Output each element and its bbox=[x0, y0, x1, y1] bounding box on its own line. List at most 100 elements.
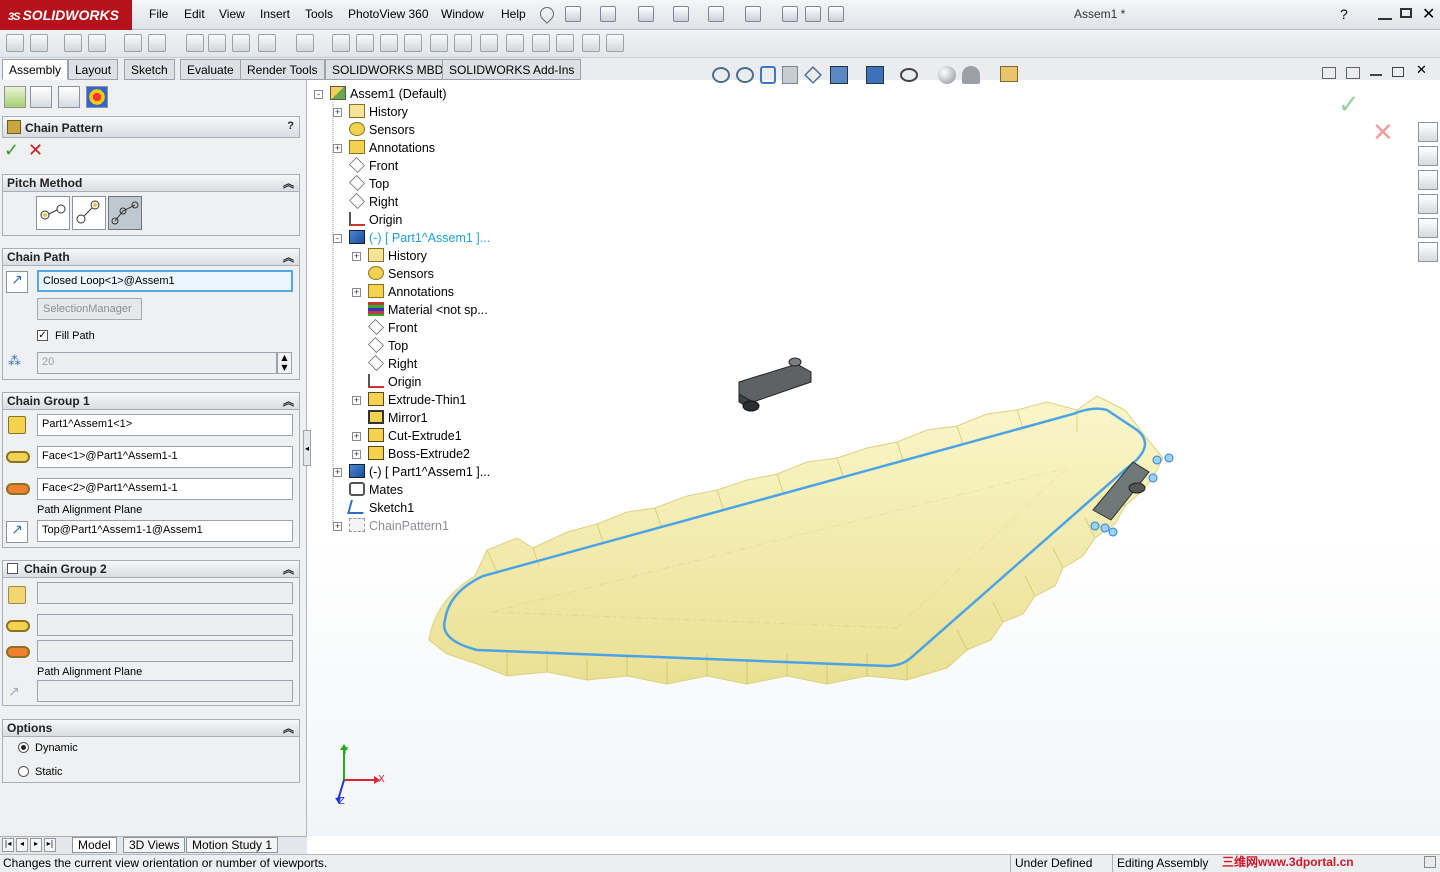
cancel-button[interactable]: ✕ bbox=[28, 140, 43, 161]
panel-collapse-handle[interactable]: ◂ bbox=[303, 430, 311, 466]
tree-item[interactable]: + Annotations bbox=[352, 284, 454, 302]
status-bar-toggle-icon[interactable] bbox=[1424, 856, 1436, 868]
viewport-single-icon[interactable] bbox=[1322, 67, 1336, 79]
tree-item[interactable]: Material <not sp... bbox=[368, 302, 488, 320]
tree-expander[interactable]: + bbox=[352, 432, 361, 441]
chain-path-header[interactable]: Chain Path ︽ bbox=[2, 248, 300, 266]
distance-linkage-icon[interactable] bbox=[36, 196, 70, 230]
chain-pattern-links[interactable] bbox=[428, 395, 1164, 685]
tree-item[interactable]: Origin bbox=[368, 374, 421, 392]
show-hidden-icon[interactable] bbox=[186, 34, 204, 52]
new-document-icon[interactable] bbox=[565, 6, 581, 22]
menu-insert[interactable]: Insert bbox=[260, 7, 290, 21]
select-icon[interactable] bbox=[745, 6, 761, 22]
large-assembly-mode-icon[interactable] bbox=[532, 34, 550, 52]
options-header[interactable]: Options ︽ bbox=[2, 719, 300, 737]
close-icon[interactable]: ✕ bbox=[1422, 4, 1435, 23]
tree-expander[interactable]: + bbox=[333, 522, 342, 531]
rebuild-icon[interactable] bbox=[782, 6, 798, 22]
tab-layout[interactable]: Layout bbox=[68, 59, 119, 80]
interference-detection-icon[interactable] bbox=[380, 34, 398, 52]
tree-item[interactable]: Front bbox=[349, 157, 398, 176]
chain-group-2-link-1-field[interactable] bbox=[37, 614, 293, 636]
tree-item[interactable]: Sketch1 bbox=[347, 500, 414, 518]
display-manager-tab-icon[interactable] bbox=[86, 86, 108, 108]
chain-group-2-alignment-field[interactable] bbox=[37, 680, 293, 702]
tab-sketch[interactable]: Sketch bbox=[124, 59, 175, 80]
path-link-2-field[interactable]: Face<2>@Part1^Assem1-1 bbox=[37, 478, 293, 500]
tab-evaluate[interactable]: Evaluate bbox=[180, 59, 241, 80]
alignment-plane-selection-icon[interactable]: ↗ bbox=[8, 684, 20, 700]
pitch-method-header[interactable]: Pitch Method ︽ bbox=[2, 174, 300, 192]
minimize-icon[interactable] bbox=[1378, 18, 1392, 20]
tree-item[interactable]: - (-) [ Part1^Assem1 ]... bbox=[333, 230, 490, 248]
options-icon[interactable] bbox=[828, 6, 844, 22]
last-tab-icon[interactable]: ▸| bbox=[44, 838, 56, 852]
menu-help[interactable]: Help bbox=[501, 7, 526, 21]
tab-model[interactable]: Model bbox=[72, 837, 117, 853]
explode-line-sketch-icon[interactable] bbox=[356, 34, 374, 52]
mass-properties-icon[interactable] bbox=[606, 34, 624, 52]
chain-group-1-header[interactable]: Chain Group 1 ︽ bbox=[2, 392, 300, 410]
tree-item[interactable]: Top bbox=[349, 175, 389, 194]
tree-item[interactable]: Sensors bbox=[349, 122, 415, 140]
menu-view[interactable]: View bbox=[219, 7, 245, 21]
save-icon[interactable] bbox=[638, 6, 654, 22]
tab-solidworks-mbd[interactable]: SOLIDWORKS MBD bbox=[325, 59, 451, 80]
tab-3d-views[interactable]: 3D Views bbox=[123, 837, 186, 853]
path-link-1-field[interactable]: Face<1>@Part1^Assem1-1 bbox=[37, 446, 293, 468]
menu-file[interactable]: File bbox=[149, 7, 168, 21]
tree-item[interactable]: - Assem1 (Default) bbox=[314, 86, 447, 104]
viewport-restore-icon[interactable] bbox=[1392, 67, 1404, 77]
tree-item[interactable]: + ChainPattern1 bbox=[333, 518, 449, 536]
chain-group-2-header[interactable]: Chain Group 2 ︽ bbox=[2, 560, 300, 578]
tree-expander[interactable]: + bbox=[333, 144, 342, 153]
tree-item[interactable]: + Cut-Extrude1 bbox=[352, 428, 462, 446]
next-tab-icon[interactable]: ▸ bbox=[30, 838, 42, 852]
tree-item[interactable]: Front bbox=[368, 319, 417, 338]
restore-icon[interactable] bbox=[1400, 8, 1412, 18]
instant3d-icon[interactable] bbox=[454, 34, 472, 52]
open-icon[interactable] bbox=[600, 6, 616, 22]
update-speedpak-icon[interactable] bbox=[480, 34, 498, 52]
tab-solidworks-addins[interactable]: SOLIDWORKS Add-Ins bbox=[442, 59, 582, 80]
connected-linkage-icon[interactable] bbox=[108, 196, 142, 230]
tree-expander[interactable]: + bbox=[352, 396, 361, 405]
tree-expander[interactable]: + bbox=[333, 108, 342, 117]
undo-icon[interactable] bbox=[708, 6, 724, 22]
tree-item[interactable]: Right bbox=[368, 355, 417, 374]
tree-item[interactable]: + (-) [ Part1^Assem1 ]... bbox=[333, 464, 490, 482]
print-icon[interactable] bbox=[673, 6, 689, 22]
floating-part-link[interactable] bbox=[738, 357, 812, 412]
collapse-chevron-icon[interactable]: ︽ bbox=[283, 175, 294, 191]
tree-expander[interactable]: + bbox=[352, 450, 361, 459]
sum-icon[interactable] bbox=[582, 34, 600, 52]
ok-button[interactable]: ✓ bbox=[4, 140, 19, 161]
tree-item[interactable]: Mirror1 bbox=[368, 410, 428, 428]
collapse-chevron-icon[interactable]: ︽ bbox=[283, 249, 294, 265]
pm-help-icon[interactable]: ? bbox=[287, 120, 294, 132]
tree-item[interactable]: Origin bbox=[349, 212, 402, 230]
chain-group-1-component-field[interactable]: Part1^Assem1<1> bbox=[37, 414, 293, 436]
tree-expander[interactable]: + bbox=[352, 288, 361, 297]
mate-icon[interactable] bbox=[30, 34, 48, 52]
tree-item[interactable]: + History bbox=[352, 248, 427, 266]
chain-group-2-component-field[interactable] bbox=[37, 582, 293, 604]
collapse-chevron-icon[interactable]: ︽ bbox=[283, 393, 294, 409]
measure-icon[interactable] bbox=[556, 34, 574, 52]
tree-item[interactable]: + Annotations bbox=[333, 140, 435, 158]
feature-manager-tab-icon[interactable] bbox=[4, 86, 26, 108]
prev-tab-icon[interactable]: ◂ bbox=[16, 838, 28, 852]
collapse-chevron-icon[interactable]: ︽ bbox=[283, 720, 294, 736]
insert-component-icon[interactable] bbox=[6, 34, 24, 52]
clearance-verification-icon[interactable] bbox=[404, 34, 422, 52]
tree-expander[interactable]: - bbox=[333, 234, 342, 243]
chain-group-2-checkbox[interactable] bbox=[7, 563, 18, 574]
move-component-icon[interactable] bbox=[148, 34, 166, 52]
path-alignment-plane-field[interactable]: Top@Part1^Assem1-1@Assem1 bbox=[37, 520, 293, 542]
exploded-view-icon[interactable] bbox=[332, 34, 350, 52]
assembly-features-icon[interactable] bbox=[208, 34, 226, 52]
tree-item[interactable]: + History bbox=[333, 104, 408, 122]
dynamic-radio[interactable] bbox=[18, 742, 29, 753]
file-properties-icon[interactable] bbox=[805, 6, 821, 22]
